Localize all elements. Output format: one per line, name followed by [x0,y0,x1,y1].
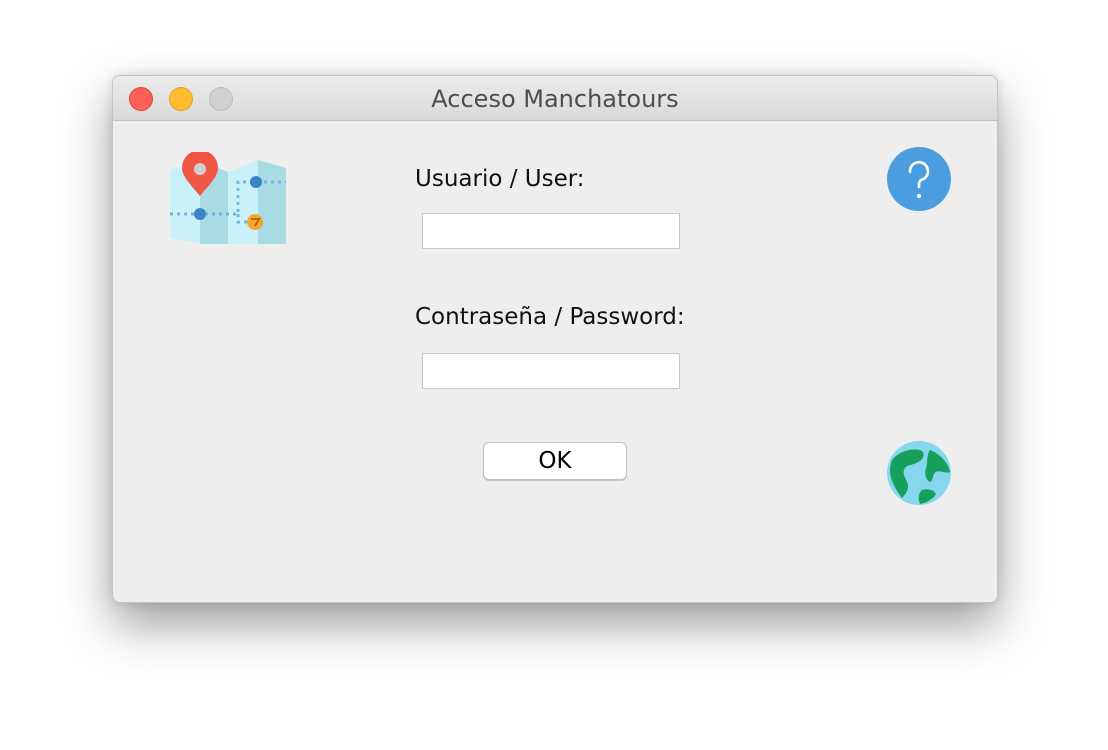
login-window: Acceso Manchatours Usuario / User: Contr… [112,75,998,603]
map-icon [170,152,286,244]
user-label: Usuario / User: [415,166,585,192]
title-bar[interactable]: Acceso Manchatours [113,76,997,121]
window-title: Acceso Manchatours [431,85,679,113]
help-icon[interactable] [886,146,952,212]
globe-icon[interactable] [886,440,952,506]
password-label: Contraseña / Password: [415,304,685,330]
ok-button[interactable]: OK [483,442,627,480]
password-input[interactable] [422,353,680,389]
user-input[interactable] [422,213,680,249]
